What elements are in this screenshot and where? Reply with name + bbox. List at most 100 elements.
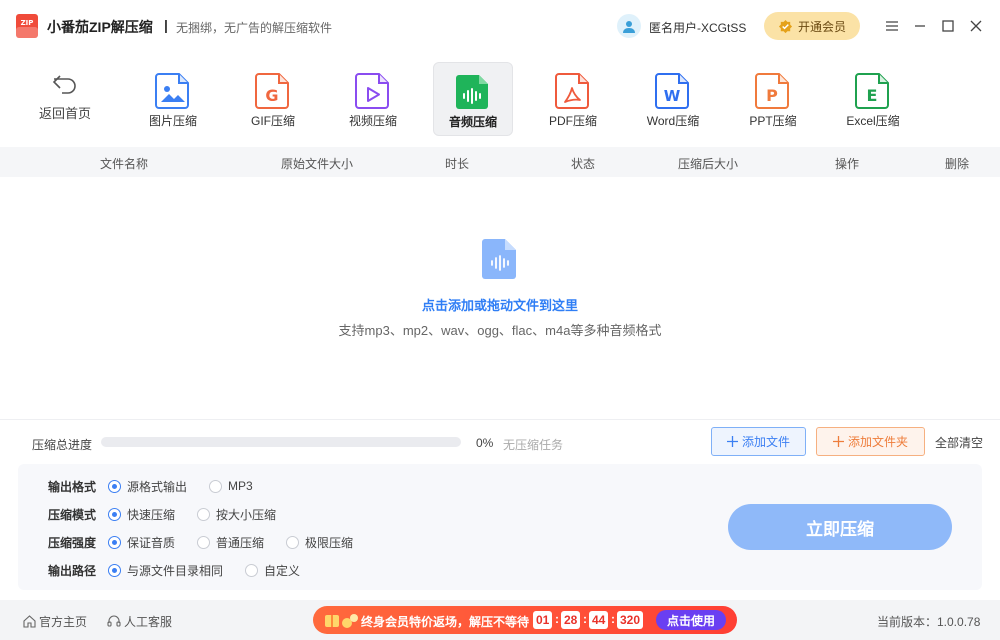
add-folder-button[interactable]: 添加文件夹 (816, 427, 925, 456)
maximize-icon[interactable] (938, 16, 958, 36)
setting-label: 压缩强度 (48, 535, 97, 550)
option-extreme-compress[interactable]: 极限压缩 (286, 534, 353, 551)
official-home-link[interactable]: 官方主页 (23, 613, 87, 630)
radio-button[interactable] (245, 563, 259, 577)
user-name[interactable]: 匿名用户-XCGtSS (649, 19, 746, 36)
option-size-compress[interactable]: 按大小压缩 (197, 506, 276, 523)
tool-audio-compress[interactable]: 音频压缩 (433, 62, 513, 136)
tool-image-compress[interactable]: 图片压缩 (133, 62, 213, 136)
option-custom-path[interactable]: 自定义 (245, 562, 300, 579)
open-vip-button[interactable]: 开通会员 (764, 12, 860, 40)
vip-badge-icon (778, 19, 793, 33)
progress-status: 无压缩任务 (503, 438, 564, 452)
settings-panel: 输出格式 源格式输出 MP3 压缩模式 快速压缩 按大小压缩 压缩强度 保证音质… (18, 464, 982, 590)
add-file-button[interactable]: 添加文件 (711, 427, 806, 456)
tool-ppt-compress[interactable]: P PPT压缩 (733, 62, 813, 136)
minimize-icon[interactable] (910, 16, 930, 36)
clear-all-button[interactable]: 全部清空 (935, 434, 983, 451)
progress-bar (101, 437, 461, 447)
drop-zone-prompt[interactable]: 点击添加或拖动文件到这里 (0, 295, 1000, 314)
radio-button[interactable] (108, 479, 121, 493)
col-operation: 操作 (834, 157, 860, 171)
tool-pdf-compress[interactable]: PDF压缩 (533, 62, 613, 136)
tool-gif-compress[interactable]: G GIF压缩 (233, 62, 313, 136)
col-status: 状态 (570, 157, 596, 171)
option-label: 按大小压缩 (216, 507, 277, 522)
excel-file-icon: E (855, 73, 889, 109)
back-home-label: 返回首页 (38, 106, 91, 121)
plus-icon (726, 436, 738, 447)
svg-text:G: G (265, 86, 278, 105)
radio-button[interactable] (108, 563, 121, 577)
option-fast-compress[interactable]: 快速压缩 (108, 506, 175, 523)
back-home-button[interactable]: 返回首页 (30, 72, 100, 128)
footer-bar: 官方主页 人工客服 终身会员特价返场，解压不等待 01 : 28 : 44 : … (0, 600, 1000, 640)
svg-text:W: W (664, 87, 681, 105)
option-source-format[interactable]: 源格式输出 (108, 478, 187, 495)
option-label: 源格式输出 (127, 479, 188, 494)
title-separator: | (164, 17, 168, 33)
tool-label: Excel压缩 (846, 114, 900, 128)
tool-bar: 返回首页 图片压缩 G GIF压缩 视频压缩 音频压缩 PDF压缩 W Word… (0, 52, 1000, 146)
countdown-minutes: 28 (561, 611, 581, 629)
countdown-separator: : (611, 612, 615, 626)
option-label: 自定义 (264, 563, 301, 578)
audio-file-icon[interactable] (482, 239, 516, 279)
gift-coins-icon (325, 614, 358, 628)
radio-button[interactable] (197, 507, 211, 521)
countdown-seconds: 44 (589, 611, 609, 629)
logo-text: ZIP (21, 19, 34, 27)
add-folder-label: 添加文件夹 (847, 435, 908, 449)
app-logo-icon: ZIP (16, 14, 38, 38)
close-icon[interactable] (966, 16, 986, 36)
promo-banner[interactable]: 终身会员特价返场，解压不等待 01 : 28 : 44 : 320 点击使用 (313, 606, 737, 634)
tool-label: PPT压缩 (749, 114, 797, 128)
setting-label: 压缩模式 (48, 507, 97, 522)
tool-word-compress[interactable]: W Word压缩 (633, 62, 713, 136)
option-label: 极限压缩 (305, 535, 354, 550)
tool-label: GIF压缩 (251, 114, 295, 128)
tool-label: Word压缩 (646, 114, 700, 128)
word-file-icon: W (655, 73, 689, 109)
gif-file-icon: G (255, 73, 289, 109)
title-bar: ZIP 小番茄ZIP解压缩 | 无捆绑，无广告的解压缩软件 匿名用户-XCGtS… (0, 0, 1000, 52)
tool-label: 视频压缩 (348, 114, 397, 128)
output-format-row: 输出格式 源格式输出 MP3 (48, 477, 275, 495)
tool-excel-compress[interactable]: E Excel压缩 (833, 62, 913, 136)
radio-button[interactable] (197, 535, 211, 549)
radio-button[interactable] (209, 479, 223, 493)
option-keep-quality[interactable]: 保证音质 (108, 534, 175, 551)
radio-button[interactable] (286, 535, 300, 549)
audio-file-icon (456, 75, 488, 109)
version-text: 当前版本：1.0.0.78 (877, 615, 981, 629)
tool-video-compress[interactable]: 视频压缩 (333, 62, 413, 136)
tool-label: 图片压缩 (148, 114, 197, 128)
option-label: 与源文件目录相同 (127, 563, 224, 578)
option-label: 保证音质 (127, 535, 176, 550)
output-path-row: 输出路径 与源文件目录相同 自定义 (48, 561, 322, 579)
file-drop-zone[interactable]: 点击添加或拖动文件到这里 支持mp3、mp2、wav、ogg、flac、m4a等… (0, 177, 1000, 419)
radio-button[interactable] (108, 535, 121, 549)
progress-label: 压缩总进度 (32, 438, 93, 452)
app-name: 小番茄ZIP解压缩 (47, 19, 153, 35)
pdf-file-icon (555, 73, 589, 109)
col-compressed-size: 压缩后大小 (677, 157, 739, 171)
customer-service-link[interactable]: 人工客服 (107, 613, 172, 630)
col-file-name: 文件名称 (99, 157, 149, 171)
option-same-directory[interactable]: 与源文件目录相同 (108, 562, 223, 579)
tool-label: 音频压缩 (448, 115, 497, 129)
compress-now-button[interactable]: 立即压缩 (728, 504, 952, 550)
option-normal-compress[interactable]: 普通压缩 (197, 534, 264, 551)
user-avatar-icon[interactable] (617, 14, 641, 38)
menu-icon[interactable] (882, 16, 902, 36)
image-file-icon (155, 73, 189, 109)
option-mp3[interactable]: MP3 (209, 479, 253, 493)
tool-label: PDF压缩 (548, 114, 597, 128)
radio-button[interactable] (108, 507, 121, 521)
countdown-hours: 01 (533, 611, 553, 629)
promo-use-button[interactable]: 点击使用 (656, 610, 726, 630)
col-delete: 删除 (944, 157, 970, 171)
option-label: 快速压缩 (127, 507, 176, 522)
headset-icon (107, 615, 121, 627)
countdown-milliseconds: 320 (617, 611, 644, 629)
